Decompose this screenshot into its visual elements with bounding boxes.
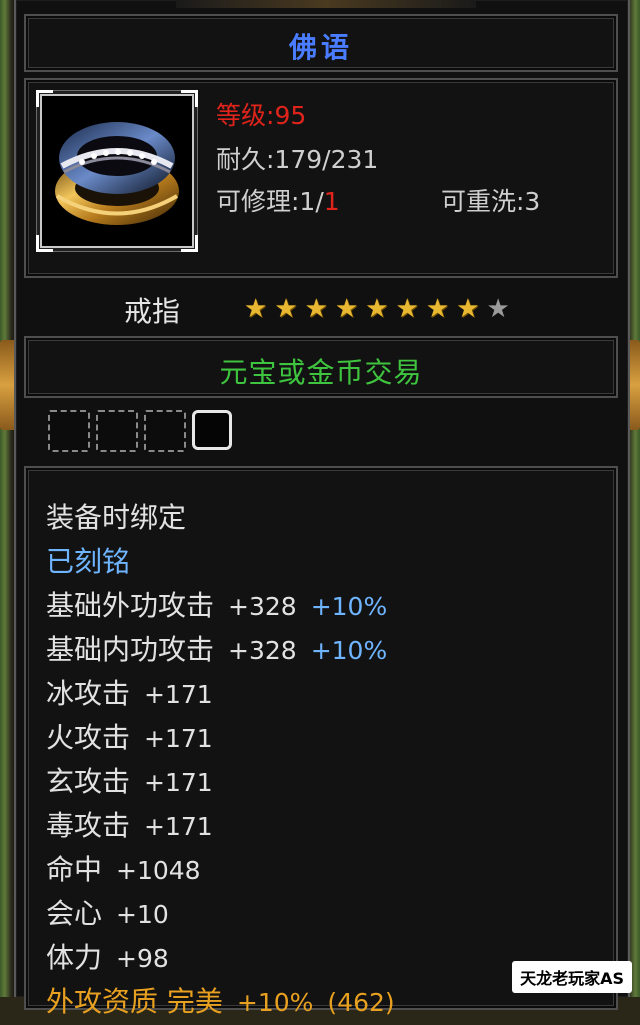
attr-value: +171 — [144, 724, 213, 753]
attribute-row: 装备时绑定 — [46, 496, 395, 540]
attr-value: +171 — [144, 812, 213, 841]
star-rating: ★ ★ ★ ★ ★ ★ ★ ★ ★ — [244, 296, 510, 322]
attr-value: +1048 — [116, 856, 201, 885]
attribute-list: 装备时绑定 已刻铭 基础外功攻击 +328 +10% 基础内功攻击 +328 +10% … — [46, 496, 395, 1024]
item-title-bar: 佛语 — [24, 14, 618, 72]
attr-label: 装备时绑定 — [46, 501, 187, 534]
star-filled-icon: ★ — [365, 294, 389, 324]
star-filled-icon: ★ — [304, 294, 328, 324]
attr-label: 会心 — [46, 897, 103, 930]
star-filled-icon: ★ — [244, 294, 268, 324]
attr-label: 体力 — [46, 941, 103, 974]
attribute-row: 基础外功攻击 +328 +10% — [46, 584, 395, 628]
star-filled-icon: ★ — [334, 294, 359, 324]
attribute-row: 玄攻击 +171 — [46, 760, 395, 804]
item-tooltip-panel: 佛语 等级:95 耐久:179/231 可修理:1/1 可重洗:3 戒指 ★ ★… — [14, 0, 630, 1018]
filled-socket[interactable] — [192, 410, 232, 450]
attribute-row: 基础内功攻击 +328 +10% — [46, 628, 395, 672]
attr-label: 毒攻击 — [46, 809, 131, 842]
attr-percent: +10% — [310, 592, 388, 621]
icon-corner — [36, 90, 53, 107]
attr-value: +10% — [236, 988, 314, 1017]
item-type: 戒指 — [124, 295, 181, 328]
attr-extra: (462) — [327, 988, 395, 1017]
attr-value: +328 — [228, 592, 297, 621]
star-filled-icon: ★ — [456, 294, 480, 324]
attribute-row: 火攻击 +171 — [46, 716, 395, 760]
icon-corner — [181, 235, 198, 252]
attribute-row: 会心 +10 — [46, 892, 395, 936]
attr-label: 玄攻击 — [46, 765, 131, 798]
star-filled-icon: ★ — [274, 294, 298, 324]
trade-box: 元宝或金币交易 — [24, 336, 618, 398]
ring-image — [55, 122, 179, 225]
rewash-stat: 可重洗:3 — [441, 187, 541, 216]
empty-socket[interactable] — [96, 410, 138, 452]
attr-label: 冰攻击 — [46, 677, 131, 710]
empty-socket[interactable] — [144, 410, 186, 452]
attribute-row: 已刻铭 — [46, 540, 395, 584]
watermark: 天龙老玩家AS — [512, 961, 632, 993]
attr-value: +98 — [116, 944, 169, 973]
item-name: 佛语 — [288, 31, 353, 64]
attr-value: +10 — [116, 900, 169, 929]
ring-icon[interactable] — [36, 90, 198, 252]
attr-value: +171 — [144, 768, 213, 797]
top-rail — [176, 0, 476, 8]
level-stat: 等级:95 — [216, 101, 307, 130]
attr-value: +328 — [228, 636, 297, 665]
durability-stat: 耐久:179/231 — [216, 145, 379, 174]
attribute-row: 冰攻击 +171 — [46, 672, 395, 716]
attr-label: 外攻资质 完美 — [46, 985, 223, 1018]
attr-percent: +10% — [310, 636, 388, 665]
star-filled-icon: ★ — [395, 294, 419, 324]
attribute-row: 体力 +98 — [46, 936, 395, 980]
star-empty-icon: ★ — [486, 294, 510, 324]
item-info-box: 等级:95 耐久:179/231 可修理:1/1 可重洗:3 — [24, 78, 618, 278]
attr-label: 命中 — [46, 853, 103, 886]
item-type-row: 戒指 ★ ★ ★ ★ ★ ★ ★ ★ ★ — [24, 282, 614, 332]
attribute-row: 毒攻击 +171 — [46, 804, 395, 848]
trade-mode: 元宝或金币交易 — [219, 356, 423, 389]
attribute-row: 外攻资质 完美 +10% (462) — [46, 980, 395, 1024]
attr-label: 火攻击 — [46, 721, 131, 754]
attr-label: 基础内功攻击 — [46, 633, 215, 666]
attributes-box: 装备时绑定 已刻铭 基础外功攻击 +328 +10% 基础内功攻击 +328 +10% … — [24, 466, 618, 1018]
repair-stat: 可修理:1/1 — [216, 187, 340, 216]
attr-label: 基础外功攻击 — [46, 589, 215, 622]
gem-sockets — [48, 410, 232, 452]
attr-value: +171 — [144, 680, 213, 709]
attr-label: 已刻铭 — [46, 545, 131, 578]
star-filled-icon: ★ — [425, 294, 450, 324]
empty-socket[interactable] — [48, 410, 90, 452]
attribute-row: 命中 +1048 — [46, 848, 395, 892]
icon-corner — [181, 90, 198, 107]
icon-corner — [36, 235, 53, 252]
